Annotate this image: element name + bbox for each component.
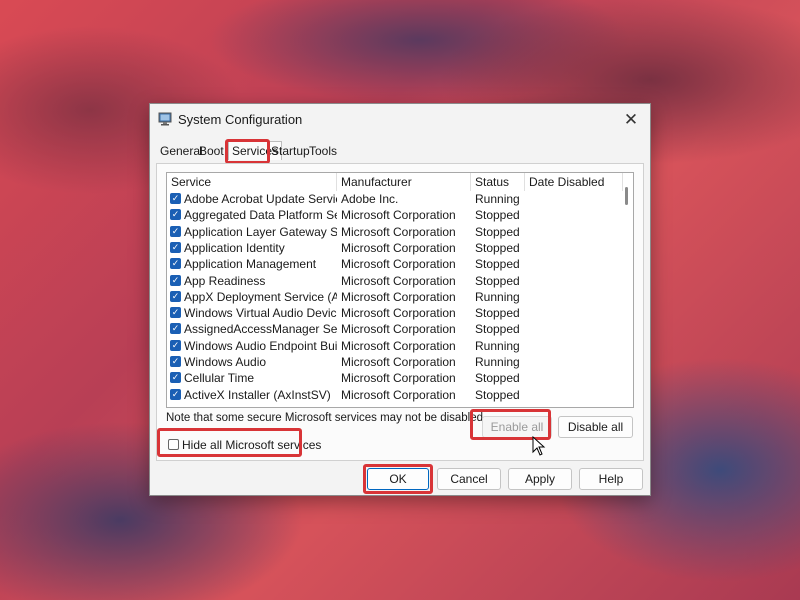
column-header-date-disabled[interactable]: Date Disabled (525, 173, 623, 191)
service-manufacturer: Microsoft Corporation (341, 224, 456, 239)
title-bar[interactable]: System Configuration ✕ (150, 104, 650, 136)
service-name: AssignedAccessManager Service (184, 322, 337, 337)
service-status: Stopped (475, 240, 520, 255)
service-checkbox[interactable]: ✓ (170, 258, 181, 270)
disable-all-button[interactable]: Disable all (558, 416, 633, 438)
enable-all-button[interactable]: Enable all (482, 416, 552, 438)
mouse-pointer-icon (532, 436, 546, 456)
table-row[interactable]: ✓ Windows Audio Microsoft Corporation Runni… (167, 354, 622, 370)
service-checkbox[interactable]: ✓ (170, 274, 181, 286)
service-checkbox[interactable]: ✓ (170, 307, 181, 319)
column-header-status[interactable]: Status (471, 173, 525, 191)
service-status: Stopped (475, 306, 520, 321)
service-name: Aggregated Data Platform Service (184, 208, 337, 223)
table-row[interactable]: ✓ Application Identity Microsoft Corporati… (167, 240, 622, 256)
hide-microsoft-services-label: Hide all Microsoft services (182, 438, 322, 452)
service-manufacturer: Adobe Inc. (341, 192, 399, 206)
close-icon: ✕ (623, 110, 639, 129)
service-name: Windows Virtual Audio Device Pro... (184, 306, 337, 321)
tab-general[interactable]: General (160, 144, 203, 158)
window-title: System Configuration (178, 112, 303, 127)
service-name: Windows Audio Endpoint Builder (184, 338, 337, 353)
service-status: Running (475, 192, 520, 206)
table-row[interactable]: ✓ Application Management Microsoft Corpora… (167, 256, 622, 272)
service-status: Running (475, 355, 520, 369)
service-status: Stopped (475, 273, 520, 288)
service-checkbox[interactable]: ✓ (170, 290, 181, 302)
service-checkbox[interactable]: ✓ (170, 339, 181, 351)
service-status: Stopped (475, 387, 520, 402)
service-status: Stopped (475, 371, 520, 386)
service-name: Application Layer Gateway Service (184, 224, 337, 239)
close-button[interactable]: ✕ (618, 108, 644, 132)
service-name: Windows Audio (184, 355, 267, 369)
table-row[interactable]: ✓Windows Audio Endpoint Builder Microsoft… (167, 338, 622, 354)
service-status: Stopped (475, 322, 520, 337)
service-status: Stopped (475, 208, 520, 223)
service-manufacturer: Microsoft Corporation (341, 289, 456, 304)
table-row[interactable]: ✓ ActiveX Installer (AxInstSV) Microsoft C… (167, 387, 622, 403)
scrollbar-thumb[interactable] (625, 187, 628, 205)
service-name: AppX Deployment Service (AppXS... (184, 289, 337, 304)
service-manufacturer: Microsoft Corporation (341, 240, 456, 255)
service-checkbox[interactable]: ✓ (170, 193, 181, 204)
table-row[interactable]: ✓AppX Deployment Service (AppXS... Micros… (167, 289, 622, 305)
secure-services-note: Note that some secure Microsoft services… (166, 412, 487, 424)
service-manufacturer: Microsoft Corporation (341, 387, 456, 402)
system-configuration-dialog: System Configuration ✕ General Boot Serv… (149, 103, 651, 496)
service-name: Cellular Time (184, 371, 255, 386)
service-status: Stopped (475, 224, 520, 239)
service-manufacturer: Microsoft Corporation (341, 338, 456, 353)
cancel-button[interactable]: Cancel (437, 468, 501, 490)
hide-microsoft-services-checkbox[interactable] (168, 439, 179, 450)
table-row[interactable]: ✓Application Layer Gateway Service Micros… (167, 224, 622, 240)
table-row[interactable]: ✓ Adobe Acrobat Update Service Adobe Inc. R… (167, 191, 622, 207)
table-row[interactable]: ✓ App Readiness Microsoft Corporation Stopp… (167, 273, 622, 289)
service-checkbox[interactable]: ✓ (170, 372, 181, 384)
column-header-manufacturer[interactable]: Manufacturer (337, 173, 471, 191)
services-panel: Service Manufacturer Status Date Disable… (156, 163, 644, 461)
service-name: Application Management (184, 257, 317, 272)
tab-bar: General Boot Services Startup Tools (156, 141, 646, 164)
service-name: Application Identity (184, 240, 285, 255)
table-row[interactable]: ✓Aggregated Data Platform Service Microso… (167, 207, 622, 223)
table-row[interactable]: ✓ Cellular Time Microsoft Corporation Stopp… (167, 370, 622, 386)
service-manufacturer: Microsoft Corporation (341, 371, 456, 386)
service-name: Adobe Acrobat Update Service (184, 192, 337, 206)
ok-button[interactable]: OK (367, 468, 429, 490)
service-manufacturer: Microsoft Corporation (341, 208, 456, 223)
table-row[interactable]: ✓Windows Virtual Audio Device Pro... Micr… (167, 305, 622, 321)
services-list[interactable]: Service Manufacturer Status Date Disable… (166, 172, 634, 408)
service-checkbox[interactable]: ✓ (170, 356, 181, 367)
service-status: Stopped (475, 257, 520, 272)
apply-button[interactable]: Apply (508, 468, 572, 490)
service-checkbox[interactable]: ✓ (170, 388, 181, 400)
service-manufacturer: Microsoft Corporation (341, 322, 456, 337)
service-manufacturer: Microsoft Corporation (341, 306, 456, 321)
service-checkbox[interactable]: ✓ (170, 225, 181, 237)
tab-tools[interactable]: Tools (309, 144, 337, 158)
service-checkbox[interactable]: ✓ (170, 241, 181, 253)
service-status: Running (475, 289, 520, 304)
service-name: App Readiness (184, 273, 266, 288)
table-row[interactable]: ✓AssignedAccessManager Service Microsoft … (167, 321, 622, 337)
service-name: ActiveX Installer (AxInstSV) (184, 387, 331, 402)
column-header-service[interactable]: Service (167, 173, 337, 191)
monitor-icon (158, 112, 172, 126)
service-manufacturer: Microsoft Corporation (341, 355, 456, 369)
service-checkbox[interactable]: ✓ (170, 323, 181, 335)
tab-boot[interactable]: Boot (199, 144, 224, 158)
service-checkbox[interactable]: ✓ (170, 209, 181, 221)
service-status: Running (475, 338, 520, 353)
service-manufacturer: Microsoft Corporation (341, 273, 456, 288)
help-button[interactable]: Help (579, 468, 643, 490)
service-manufacturer: Microsoft Corporation (341, 257, 456, 272)
tab-startup[interactable]: Startup (271, 144, 310, 158)
